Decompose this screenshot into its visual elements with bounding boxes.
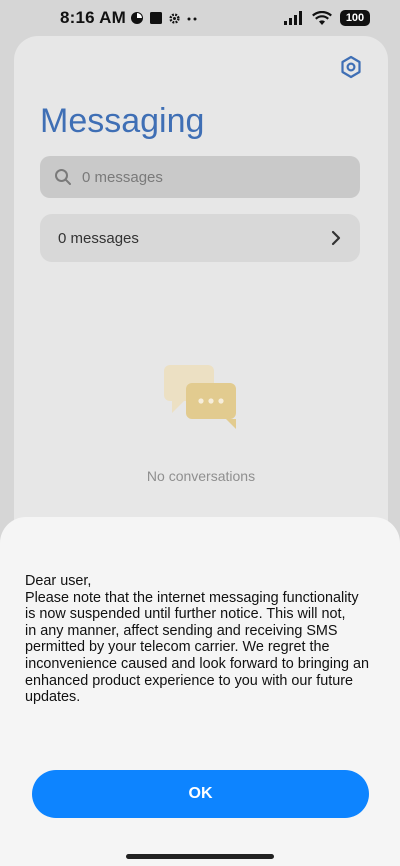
notice-line: inconvenience caused and look forward to… (25, 655, 370, 672)
notice-line: Dear user, (25, 573, 92, 589)
pie-status-icon (130, 12, 143, 24)
empty-state-text: No conversations (146, 468, 256, 484)
home-indicator[interactable] (126, 854, 274, 859)
notice-line: permitted by your telecom carrier. We re… (25, 639, 330, 656)
screen: 8:16 AM 100 Messaging 0 messages 0 messa… (0, 0, 400, 866)
battery-icon: 100 (340, 10, 370, 26)
empty-conversations-icon (164, 365, 236, 429)
notice-line: is now suspended until further notice. T… (25, 606, 346, 623)
notice-text: Dear user, Please note that the internet… (25, 573, 390, 706)
gear-status-icon (169, 12, 180, 24)
square-status-icon (149, 12, 162, 24)
status-time: 8:16 AM (60, 8, 126, 27)
signal-icon (284, 11, 302, 25)
page-title: Messaging (40, 102, 205, 140)
notice-line: enhanced product experience to you with … (25, 672, 353, 689)
messages-row-label: 0 messages (58, 229, 139, 247)
status-bar: 8:16 AM 100 (0, 0, 400, 36)
messages-row[interactable]: 0 messages (40, 214, 360, 262)
hexagon-settings-icon (341, 55, 361, 79)
search-bar[interactable]: 0 messages (40, 156, 360, 198)
wifi-icon (312, 10, 332, 25)
status-right-icons: 100 (284, 10, 370, 26)
more-dots-icon (187, 17, 197, 21)
notice-sheet: Dear user, Please note that the internet… (0, 517, 400, 866)
notice-line: in any manner, affect sending and receiv… (25, 622, 338, 639)
search-icon (54, 168, 72, 186)
search-placeholder: 0 messages (82, 168, 163, 186)
ok-button[interactable]: OK (32, 770, 369, 818)
settings-button[interactable] (338, 54, 364, 80)
notice-line: Please note that the internet messaging … (25, 589, 359, 606)
chevron-right-icon (330, 230, 342, 246)
status-left-icons (130, 11, 197, 25)
notice-line: updates. (25, 689, 81, 706)
